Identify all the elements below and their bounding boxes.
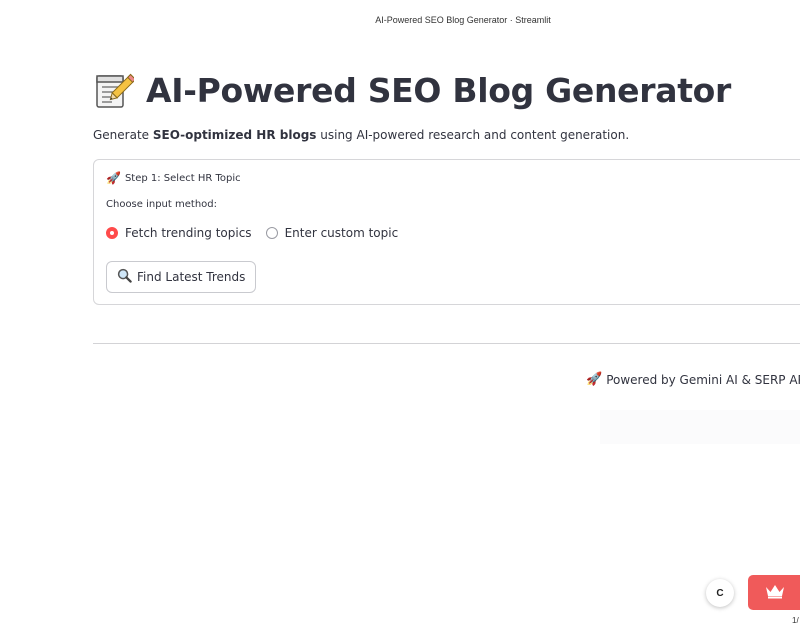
section-divider <box>93 343 800 344</box>
faded-overlay-block <box>600 410 800 444</box>
find-latest-trends-label: Find Latest Trends <box>137 270 246 284</box>
page-title: AI-Powered SEO Blog Generator <box>94 70 731 110</box>
radio-custom-topic-label: Enter custom topic <box>284 226 399 240</box>
rocket-icon: 🚀 <box>106 171 121 185</box>
intro-suffix: using AI-powered research and content ge… <box>316 128 630 142</box>
rocket-icon: 🚀 <box>586 372 603 387</box>
radio-fetch-trending-label: Fetch trending topics <box>125 226 252 240</box>
radio-custom-topic[interactable]: Enter custom topic <box>265 226 399 240</box>
input-method-label: Choose input method: <box>106 199 217 210</box>
memo-icon <box>94 70 137 110</box>
window-title: AI-Powered SEO Blog Generator · Streamli… <box>375 15 551 25</box>
step1-label: 🚀 Step 1: Select HR Topic <box>106 171 241 185</box>
footer-credit-text: Powered by Gemini AI & SERP API <box>606 372 800 387</box>
page-indicator: 1/ <box>792 616 799 625</box>
find-latest-trends-button[interactable]: Find Latest Trends <box>106 261 257 293</box>
crown-button[interactable] <box>748 575 800 610</box>
page-title-text: AI-Powered SEO Blog Generator <box>146 70 732 110</box>
step1-container: 🚀 Step 1: Select HR Topic Choose input m… <box>93 159 800 305</box>
intro-text: Generate SEO-optimized HR blogs using AI… <box>93 128 629 142</box>
step1-label-text: Step 1: Select HR Topic <box>124 172 241 184</box>
radio-fetch-trending[interactable]: Fetch trending topics <box>106 226 252 240</box>
streamlit-page: AI-Powered SEO Blog Generator · Streamli… <box>0 0 800 641</box>
radio-unselected-indicator[interactable] <box>265 227 278 239</box>
intro-bold: SEO-optimized HR blogs <box>152 128 317 142</box>
radio-selected-indicator[interactable] <box>106 227 118 239</box>
input-method-radio-group: Fetch trending topics Enter custom topic <box>106 226 412 240</box>
crown-icon <box>764 583 786 603</box>
c-floating-button[interactable]: C <box>706 579 734 607</box>
magnifier-icon <box>117 268 132 286</box>
footer-credit: 🚀 Powered by Gemini AI & SERP API ⊞ ⊕ <box>586 372 800 387</box>
intro-prefix: Generate <box>93 128 153 142</box>
